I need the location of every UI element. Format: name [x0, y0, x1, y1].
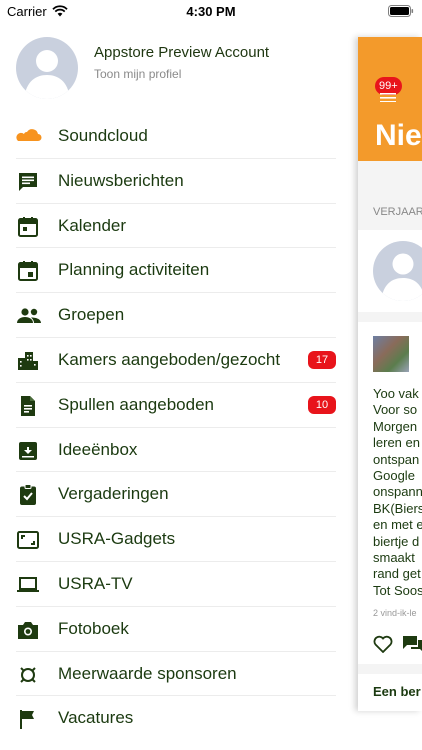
menu-item-vergaderingen[interactable]: Vergaderingen	[16, 472, 336, 518]
menu-item-label: USRA-Gadgets	[58, 529, 176, 549]
heart-icon[interactable]	[373, 635, 393, 658]
buildings-icon	[16, 349, 40, 373]
section-label: VERJAAR	[373, 206, 422, 218]
status-bar: Carrier 4:30 PM	[0, 0, 422, 24]
menu-item-spullen[interactable]: Spullen aangeboden 10	[16, 383, 336, 428]
avatar	[373, 241, 422, 301]
laptop-icon	[16, 573, 40, 597]
menu-item-planning[interactable]: Planning activiteiten	[16, 248, 336, 294]
comment-icon[interactable]	[402, 635, 422, 658]
main-content-peek[interactable]: 99+ Nie VERJAAR Yoo vak Voor so Morgen l…	[358, 37, 422, 711]
chat-bubble-icon	[16, 170, 40, 194]
birthday-card[interactable]	[358, 230, 422, 312]
hamburger-menu-icon[interactable]	[380, 89, 396, 107]
notification-badge: 10	[308, 395, 336, 414]
calendar-icon	[16, 215, 40, 239]
camera-icon	[16, 618, 40, 642]
navigation-drawer: Appstore Preview Account Toon mijn profi…	[0, 24, 352, 750]
menu-item-soundcloud[interactable]: Soundcloud	[16, 114, 336, 159]
menu-item-vacatures[interactable]: Vacatures	[16, 696, 336, 741]
post-card[interactable]: Yoo vak Voor so Morgen leren en ontspan …	[358, 322, 422, 664]
menu-item-kalender[interactable]: Kalender	[16, 204, 336, 249]
menu-item-ideeenbox[interactable]: Ideeënbox	[16, 428, 336, 473]
footer-text: Een ber	[373, 684, 421, 699]
menu-item-label: Vergaderingen	[58, 484, 169, 504]
profile-header[interactable]: Appstore Preview Account Toon mijn profi…	[0, 24, 352, 114]
menu-item-label: Ideeënbox	[58, 439, 138, 459]
likes-count[interactable]: 2 vind-ik-le	[373, 608, 417, 618]
menu-item-label: Vacatures	[58, 708, 134, 728]
drawer-menu: Soundcloud Nieuwsberichten Kalender Plan…	[0, 114, 352, 741]
page-title: Nie	[375, 119, 422, 152]
document-icon	[16, 394, 40, 418]
menu-item-groepen[interactable]: Groepen	[16, 293, 336, 338]
menu-item-label: Fotoboek	[58, 618, 129, 638]
menu-item-label: Meerwaarde sponsoren	[58, 663, 237, 683]
watch-icon	[16, 663, 40, 687]
notification-badge: 17	[308, 350, 336, 369]
menu-item-label: Planning activiteiten	[58, 260, 210, 280]
people-icon	[16, 304, 41, 328]
profile-name: Appstore Preview Account	[94, 44, 270, 61]
menu-item-label: Nieuwsberichten	[58, 170, 184, 190]
menu-item-label: Spullen aangeboden	[58, 394, 214, 414]
flag-icon	[16, 707, 40, 731]
menu-item-kamers[interactable]: Kamers aangeboden/gezocht 17	[16, 338, 336, 383]
show-profile-link[interactable]: Toon mijn profiel	[94, 67, 181, 81]
menu-item-nieuwsberichten[interactable]: Nieuwsberichten	[16, 159, 336, 204]
footer-bar[interactable]: Een ber	[358, 674, 422, 711]
battery-icon	[388, 5, 414, 20]
menu-item-label: Groepen	[58, 305, 125, 325]
post-author-photo	[373, 336, 409, 372]
menu-item-label: Kamers aangeboden/gezocht	[58, 349, 281, 369]
menu-item-label: USRA-TV	[58, 573, 133, 593]
page-header: 99+ Nie	[358, 37, 422, 161]
menu-item-label: Kalender	[58, 215, 127, 235]
menu-item-sponsoren[interactable]: Meerwaarde sponsoren	[16, 652, 336, 697]
avatar	[16, 37, 78, 99]
clock-label: 4:30 PM	[186, 4, 236, 19]
post-text: Yoo vak Voor so Morgen leren en ontspan …	[373, 386, 422, 598]
menu-item-fotoboek[interactable]: Fotoboek	[16, 607, 336, 652]
archive-box-icon	[16, 439, 40, 463]
calendar-event-icon	[16, 259, 40, 283]
clipboard-check-icon	[16, 483, 40, 507]
menu-item-gadgets[interactable]: USRA-Gadgets	[16, 517, 336, 562]
aspect-frame-icon	[16, 528, 40, 552]
menu-item-tv[interactable]: USRA-TV	[16, 562, 336, 607]
menu-item-label: Soundcloud	[58, 126, 148, 145]
soundcloud-icon	[16, 125, 42, 149]
